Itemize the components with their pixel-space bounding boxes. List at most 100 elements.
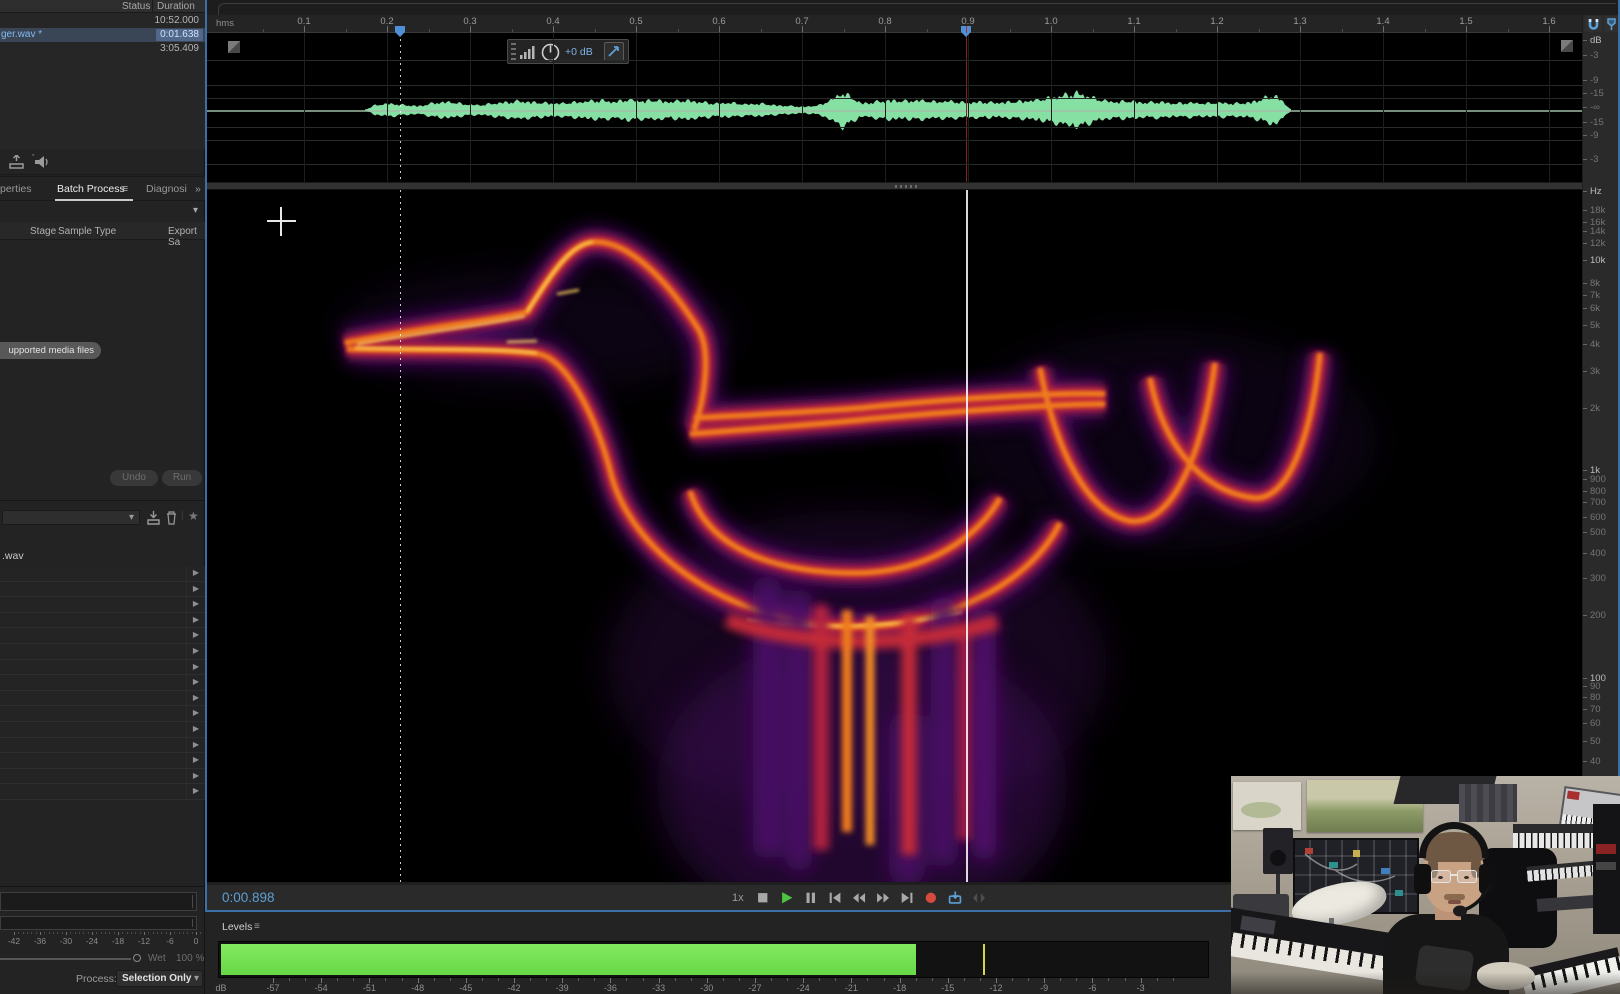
favorites-row[interactable]: ▶ [0,566,205,582]
play-preset-icon[interactable]: ▶ [193,646,199,655]
levels-scale-minor-tick [1125,978,1126,981]
play-preset-icon[interactable]: ▶ [193,724,199,733]
preset-dropdown[interactable]: ▾ [2,510,140,525]
playhead-line-wave[interactable] [966,33,967,182]
ruler-minor-tick [1342,29,1343,32]
waveform-gridline-v [636,33,637,182]
rack-meter-bottom [0,916,197,930]
play-preset-icon[interactable]: ▶ [193,662,199,671]
favorites-row[interactable]: ▶ [0,597,205,613]
hud-pin-button[interactable] [604,42,624,61]
panel-corner-grip[interactable] [1561,40,1573,52]
process-dropdown[interactable]: Selection Only ▾ [116,970,203,987]
play-preset-icon[interactable]: ▶ [193,615,199,624]
loop-button[interactable] [947,890,963,906]
scale-label: 6k [1583,303,1617,314]
play-button[interactable] [779,890,795,906]
play-preset-icon[interactable]: ▶ [193,568,199,577]
favorites-row[interactable]: ▶ [0,769,205,785]
favorites-row[interactable]: ▶ [0,784,205,800]
play-preset-icon[interactable]: ▶ [193,771,199,780]
play-preset-icon[interactable]: ▶ [193,630,199,639]
play-preset-icon[interactable]: ▶ [193,599,199,608]
column-duration[interactable]: Duration [157,1,195,12]
playhead-line-spec[interactable] [966,190,968,882]
play-preset-icon[interactable]: ▶ [193,677,199,686]
favorites-row[interactable]: ▶ [0,644,205,660]
file-row[interactable]: 3:05.409 [0,42,205,56]
play-preset-icon[interactable]: ▶ [193,786,199,795]
row-divider [186,784,187,799]
play-preset-icon[interactable]: ▶ [193,740,199,749]
rack-scale-tick [66,932,67,935]
record-button[interactable] [923,890,939,906]
current-time[interactable]: 0:00.898 [222,890,275,905]
next-button[interactable] [899,890,915,906]
panel-menu-icon[interactable]: ≡ [122,183,128,195]
open-file-icon[interactable] [8,155,25,169]
run-button[interactable]: Run [162,470,202,486]
favorites-row[interactable]: ▶ [0,722,205,738]
levels-scale-label: -6 [1088,983,1096,993]
waveform-gridline [207,98,1582,99]
panel-menu-icon[interactable]: ≡ [254,921,260,932]
selection-boundary-line[interactable] [400,190,401,882]
wet-slider-track[interactable] [0,958,131,960]
pause-button[interactable] [803,890,819,906]
record-icon [923,890,939,906]
panel-splitter[interactable] [207,182,1620,190]
favorites-row[interactable]: ▶ [0,660,205,676]
skip-button[interactable] [971,890,987,906]
favorites-row[interactable]: ▶ [0,706,205,722]
column-stage[interactable]: Stage [30,226,56,237]
hud-drag-handle[interactable] [511,43,516,60]
scale-label: 600 [1583,512,1617,523]
prev-button[interactable] [827,890,843,906]
rack-scale-tick [14,932,15,935]
scale-tick [1583,295,1587,296]
panel-corner-grip[interactable] [228,41,240,53]
column-status[interactable]: Status [122,1,150,12]
column-sample-type[interactable]: Sample Type [58,226,116,237]
favorites-row[interactable]: ▶ [0,582,205,598]
snap-toggle[interactable] [1585,16,1602,32]
tab-diagnostics[interactable]: Diagnosi [146,183,187,195]
wet-slider-knob[interactable] [133,954,141,962]
chevron-down-icon[interactable]: ▾ [193,205,198,216]
tab-batch-process[interactable]: Batch Process [57,183,125,195]
playback-speed[interactable]: 1x [732,892,744,904]
levels-title[interactable]: Levels [222,921,252,933]
tab-properties[interactable]: perties [0,183,32,195]
favorites-row[interactable]: ▶ [0,691,205,707]
undo-button[interactable]: Undo [110,470,158,486]
favorites-row[interactable]: ▶ [0,613,205,629]
favorites-row[interactable]: ▶ [0,628,205,644]
active-tab-underline [55,199,133,201]
file-row-selected[interactable]: ger.wav * 0:01.638 [0,28,205,42]
play-preset-icon[interactable]: ▶ [193,708,199,717]
column-export-settings[interactable]: Export Sa [168,226,205,248]
rack-scale-minor-tick [179,932,180,934]
play-preset-icon[interactable]: ▶ [193,755,199,764]
levels-meter-track [218,941,1209,978]
selection-boundary-line[interactable] [400,33,401,182]
save-preset-icon[interactable] [146,510,161,526]
rewind-button[interactable] [851,890,867,906]
timeline-ruler[interactable]: hms 0.10.20.30.40.50.60.70.80.91.01.11.2… [207,15,1620,33]
favorites-row[interactable]: ▶ [0,675,205,691]
stop-button[interactable] [755,890,771,906]
favorite-star-icon[interactable]: ★ [188,509,199,523]
file-row[interactable]: 10:52.000 [0,14,205,28]
favorites-row[interactable]: ▶ [0,738,205,754]
tab-overflow-icon[interactable]: » [195,183,201,195]
play-preset-icon[interactable]: ▶ [193,584,199,593]
favorites-row[interactable]: ▶ [0,753,205,769]
forward-button[interactable] [875,890,891,906]
marker-tool[interactable] [1604,16,1619,32]
scale-label: 14k [1583,226,1617,237]
waveform-display[interactable]: +0 dB [207,33,1582,182]
delete-preset-icon[interactable] [165,510,178,526]
autoplay-speaker-icon[interactable]: * [32,154,50,170]
play-preset-icon[interactable]: ▶ [193,693,199,702]
ruler-tick [802,26,803,32]
